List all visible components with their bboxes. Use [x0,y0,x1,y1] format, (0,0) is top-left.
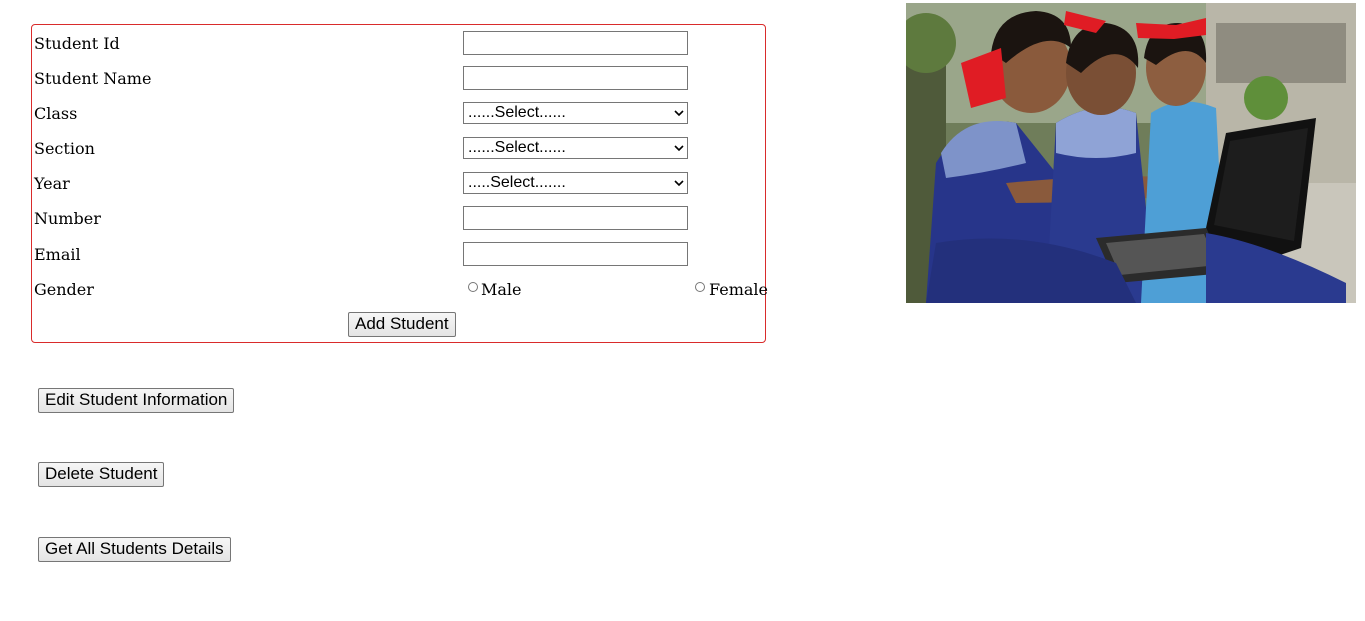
student-id-input[interactable] [463,31,688,55]
delete-student-button[interactable]: Delete Student [38,462,165,487]
gender-row: Gender Male Female [32,277,768,303]
section-label: Section [34,139,95,158]
year-select[interactable]: .....Select....... [463,172,688,194]
male-label: Male [481,280,522,299]
students-photo [906,3,1356,303]
email-input[interactable] [463,242,688,266]
number-label: Number [34,209,101,228]
add-student-button[interactable]: Add Student [348,312,456,337]
class-select[interactable]: ......Select...... [463,102,688,124]
chevron-down-icon [674,110,684,117]
number-input[interactable] [463,206,688,230]
chevron-down-icon [674,145,684,152]
male-radio[interactable] [468,282,478,292]
gender-label: Gender [34,280,94,299]
email-label: Email [34,245,81,264]
section-select-value: ......Select...... [468,139,566,156]
students-laptop-image [906,3,1356,303]
year-row: Year .....Select....... [32,171,765,197]
female-label: Female [709,280,768,299]
chevron-down-icon [674,180,684,187]
year-label: Year [34,174,70,193]
student-form: Student Id Student Name Class ......Sele… [31,24,768,343]
student-name-label: Student Name [34,69,152,88]
email-row: Email [32,242,765,268]
section-row: Section ......Select...... [32,136,765,162]
class-select-value: ......Select...... [468,104,566,121]
female-radio[interactable] [695,282,705,292]
number-row: Number [32,206,765,232]
get-all-students-button[interactable]: Get All Students Details [38,537,231,562]
class-label: Class [34,104,78,123]
class-row: Class ......Select...... [32,101,765,127]
student-name-input[interactable] [463,66,688,90]
student-id-label: Student Id [34,34,120,53]
student-id-row: Student Id [32,31,765,57]
year-select-value: .....Select....... [468,174,566,191]
section-select[interactable]: ......Select...... [463,137,688,159]
student-name-row: Student Name [32,66,765,92]
edit-student-button[interactable]: Edit Student Information [38,388,235,413]
